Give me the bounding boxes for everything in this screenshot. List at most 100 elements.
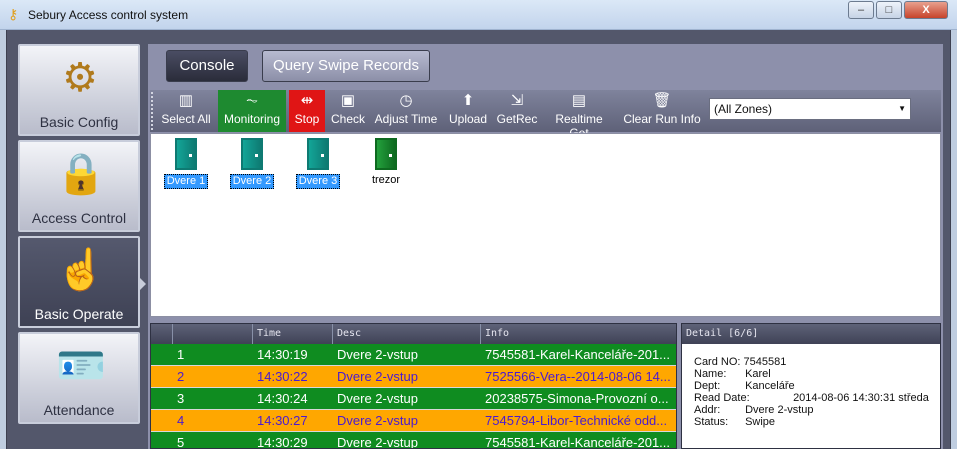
select-all-label: Select All: [161, 112, 211, 126]
left-nav: ⚙ Basic Config 🔒 Access Control ☝ Basic …: [12, 44, 146, 449]
tab-console[interactable]: Console: [166, 50, 248, 82]
row-desc: Dvere 2-vstup: [337, 347, 418, 362]
swipe-grid: Time Desc Info ✓ 1 14:30:19 Dvere 2-vstu…: [150, 323, 677, 449]
row-info: 7525566-Vera--2014-08-06 14...: [485, 369, 671, 384]
table-row[interactable]: ✓ 1 14:30:19 Dvere 2-vstup 7545581-Karel…: [151, 344, 676, 366]
door-label: Dvere 2: [229, 174, 275, 189]
upload-arrow-icon: ⬆: [461, 92, 475, 109]
row-no: 4: [177, 413, 185, 428]
door-icon: [175, 138, 197, 170]
id-card-icon: 🪪: [56, 344, 106, 388]
row-no: 2: [177, 369, 185, 384]
dropdown-arrow-icon: ▼: [898, 104, 906, 113]
trash-icon: 🗑: [652, 92, 672, 109]
door-item[interactable]: Dvere 2: [229, 138, 275, 189]
nav-attendance[interactable]: 🪪 Attendance: [18, 332, 140, 424]
detail-panel: Detail [6/6] Card NO: 7545581 Name: Kare…: [681, 323, 941, 449]
upload-label: Upload: [448, 112, 488, 126]
toolbar: ▥ Select All ⏦ Monitoring ⇹ Stop ▣ Check…: [150, 90, 941, 140]
row-time: 14:30:27: [257, 413, 308, 428]
row-no: 5: [177, 435, 185, 449]
nav-basic-config-label: Basic Config: [39, 114, 119, 130]
row-desc: Dvere 2-vstup: [337, 435, 418, 449]
maximize-button[interactable]: □: [876, 1, 902, 19]
getrec-button[interactable]: ⇲ GetRec: [496, 90, 538, 132]
tab-query-swipe-records[interactable]: Query Swipe Records: [262, 50, 430, 82]
main-panel: Console Query Swipe Records ▥ Select All…: [148, 44, 943, 449]
zone-select-value: (All Zones): [714, 102, 773, 116]
close-button[interactable]: X: [904, 1, 948, 19]
detail-key: Read Date:: [694, 392, 750, 404]
active-arrow: [138, 276, 146, 292]
adjust-time-button[interactable]: ◷ Adjust Time: [372, 90, 440, 132]
getrec-label: GetRec: [496, 112, 538, 126]
stop-label: Stop: [294, 112, 320, 126]
realtime-get-button[interactable]: ▤ Realtime Get: [544, 90, 614, 140]
bottom-area: Time Desc Info ✓ 1 14:30:19 Dvere 2-vstu…: [150, 321, 941, 449]
row-time: 14:30:24: [257, 391, 308, 406]
detail-value: Karel: [745, 368, 771, 380]
door-icon: [241, 138, 263, 170]
table-row[interactable]: — 4 14:30:27 Dvere 2-vstup 7545794-Libor…: [151, 410, 676, 432]
nav-attendance-label: Attendance: [43, 402, 115, 418]
door-item[interactable]: trezor: [363, 138, 409, 188]
minimize-button[interactable]: –: [848, 1, 874, 19]
col-info-header[interactable]: Info: [481, 324, 676, 344]
select-all-button[interactable]: ▥ Select All: [160, 90, 212, 132]
window-title: Sebury Access control system: [28, 8, 189, 22]
detail-field: Addr: Dvere 2-vstup: [694, 404, 814, 416]
door-icon: [307, 138, 329, 170]
row-info: 7545581-Karel-Kanceláře-201...: [485, 435, 671, 449]
toolbar-grip[interactable]: [151, 92, 154, 130]
check-button[interactable]: ▣ Check: [328, 90, 368, 132]
row-no: 3: [177, 391, 185, 406]
door-label: Dvere 3: [295, 174, 341, 189]
door-item[interactable]: Dvere 1: [163, 138, 209, 189]
stop-button[interactable]: ⇹ Stop: [289, 90, 325, 132]
detail-key: Status:: [694, 416, 729, 428]
row-time: 14:30:19: [257, 347, 308, 362]
clear-run-info-button[interactable]: 🗑 Clear Run Info: [622, 90, 702, 132]
monitoring-label: Monitoring: [223, 112, 281, 126]
detail-header: Detail [6/6]: [682, 324, 940, 344]
door-item[interactable]: Dvere 3: [295, 138, 341, 189]
hand-pointer-icon: ☝: [56, 248, 106, 292]
monitoring-icon: ⏦: [245, 92, 259, 109]
padlock-icon: 🔒: [56, 152, 106, 196]
table-row[interactable]: ✓ 5 14:30:29 Dvere 2-vstup 7545581-Karel…: [151, 432, 676, 449]
row-desc: Dvere 2-vstup: [337, 413, 418, 428]
nav-access-control-label: Access Control: [31, 210, 127, 226]
nav-access-control[interactable]: 🔒 Access Control: [18, 140, 140, 232]
detail-value: 7545581: [743, 356, 787, 368]
nav-basic-operate[interactable]: ☝ Basic Operate: [18, 236, 146, 328]
detail-field: Status: Swipe: [694, 416, 775, 428]
detail-key: Addr:: [694, 404, 721, 416]
check-icon: ▣: [340, 92, 356, 109]
getrec-icon: ⇲: [510, 92, 524, 109]
col-no-header[interactable]: [173, 324, 253, 344]
detail-field: Read Date: 2014-08-06 14:30:31 středa: [694, 392, 929, 404]
col-status-header[interactable]: [151, 324, 173, 344]
grid-header: Time Desc Info: [151, 324, 676, 344]
table-row[interactable]: ✓ 3 14:30:24 Dvere 2-vstup 20238575-Simo…: [151, 388, 676, 410]
table-row[interactable]: — 2 14:30:22 Dvere 2-vstup 7525566-Vera-…: [151, 366, 676, 388]
zone-select[interactable]: (All Zones) ▼: [709, 98, 911, 120]
clear-run-info-label: Clear Run Info: [623, 112, 701, 126]
clock-icon: ◷: [399, 92, 413, 109]
row-info: 7545794-Libor-Technické odd...: [485, 413, 668, 428]
select-all-icon: ▥: [178, 92, 194, 109]
row-no: 1: [177, 347, 185, 362]
detail-field: Card NO: 7545581: [694, 356, 786, 368]
monitoring-button[interactable]: ⏦ Monitoring: [218, 90, 286, 132]
detail-field: Name: Karel: [694, 368, 771, 380]
nav-basic-operate-label: Basic Operate: [34, 306, 124, 322]
row-info: 7545581-Karel-Kanceláře-201...: [485, 347, 671, 362]
col-desc-header[interactable]: Desc: [333, 324, 481, 344]
nav-basic-config[interactable]: ⚙ Basic Config: [18, 44, 140, 136]
check-label: Check: [330, 112, 365, 126]
upload-button[interactable]: ⬆ Upload: [446, 90, 490, 132]
col-time-header[interactable]: Time: [253, 324, 333, 344]
detail-value: 2014-08-06 14:30:31 středa: [793, 392, 929, 404]
realtime-get-icon: ▤: [571, 92, 587, 109]
title-bar: ⚷ Sebury Access control system – □ X: [0, 0, 957, 30]
